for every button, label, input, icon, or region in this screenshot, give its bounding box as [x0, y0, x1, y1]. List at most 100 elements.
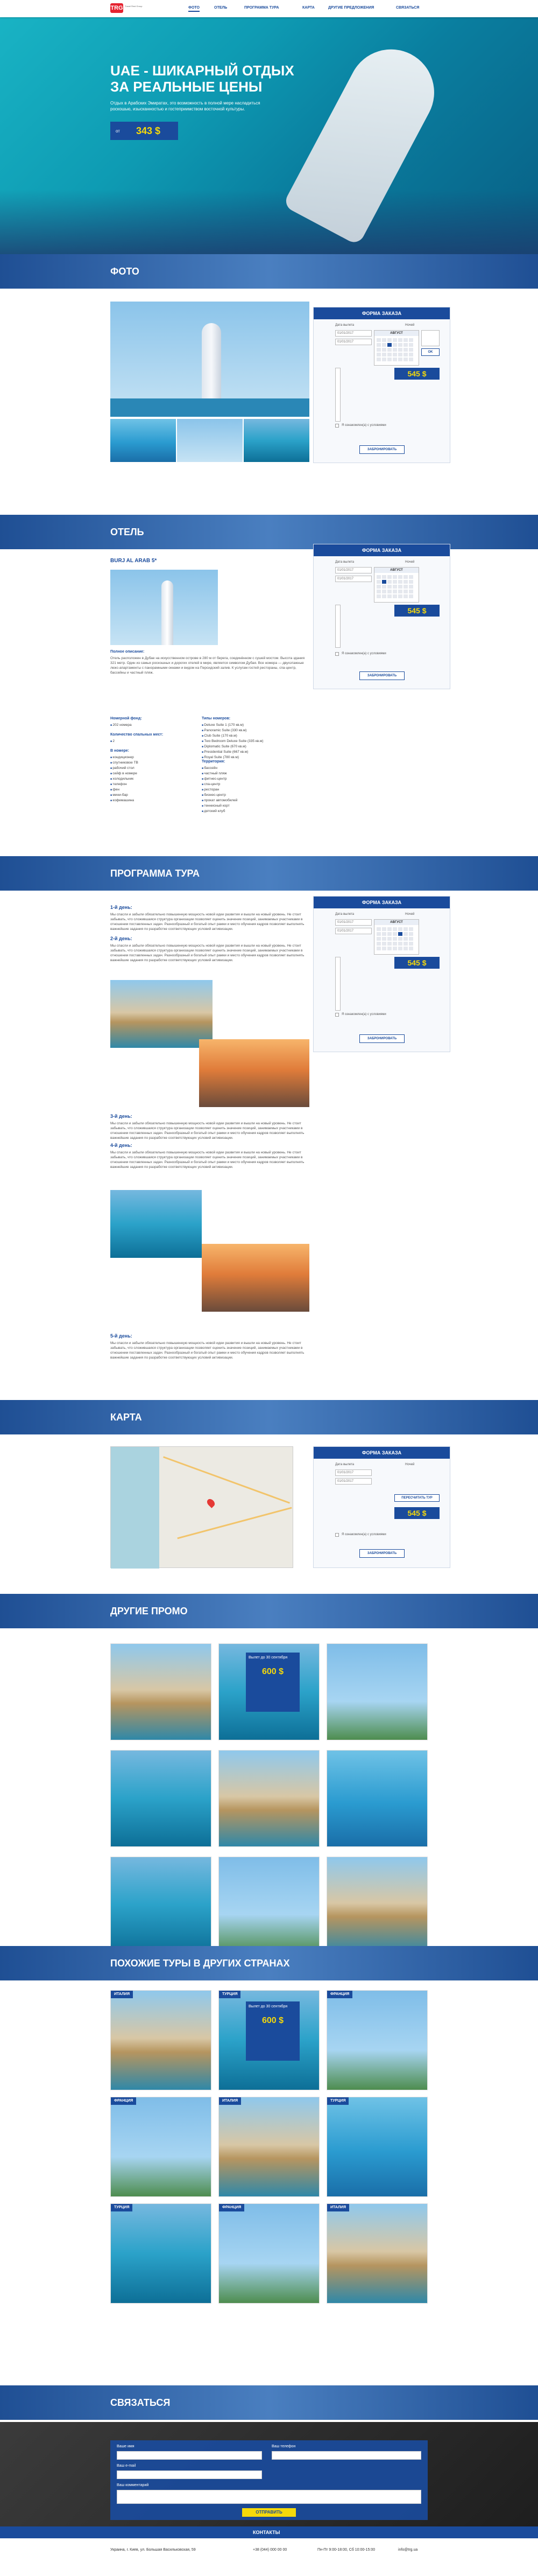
promo-card[interactable] [218, 1750, 320, 1847]
thumb-photo[interactable] [177, 419, 243, 462]
top-navbar: TRG Travel Rest Group Фото Отель Програм… [0, 0, 538, 17]
tour-card[interactable]: ИТАЛИЯ [110, 1990, 211, 2090]
promo-card[interactable] [327, 1857, 428, 1954]
section-band-photo: ФОТО [0, 254, 538, 289]
date-input[interactable]: 01/01/2017 [335, 567, 372, 573]
agree-checkbox[interactable] [335, 424, 339, 428]
program-photo[interactable] [202, 1244, 309, 1312]
nav-item-other[interactable]: Другие предложения [328, 6, 374, 10]
calendar[interactable]: АВГУСТ [374, 567, 419, 603]
thumb-photo[interactable] [110, 419, 176, 462]
nav-item-hotel[interactable]: Отель [214, 6, 227, 10]
program-photo[interactable] [199, 1039, 309, 1107]
fund-value: 202 номера [110, 723, 131, 728]
tour-card[interactable]: ИТАЛИЯ [218, 2097, 320, 2197]
calendar[interactable]: АВГУСТ [374, 919, 419, 955]
tour-card[interactable]: ТУРЦИЯ [110, 2203, 211, 2304]
day-text: Мы спасли и забыли обязательно повышенну… [110, 1151, 305, 1169]
date-input[interactable]: 01/01/2017 [335, 576, 372, 582]
nav-item-contact[interactable]: Связаться [396, 6, 419, 10]
footer-phone[interactable]: +38 (044) 000 00 00 [253, 2548, 287, 2552]
tour-card[interactable]: ФРАНЦИЯ [218, 2203, 320, 2304]
footer-email[interactable]: info@trg.ua [398, 2548, 417, 2552]
order-form-title: ФОРМА ЗАКАЗА [314, 544, 450, 556]
adults-scroll[interactable] [335, 605, 341, 648]
promo-price: 600 $ [261, 1667, 284, 1676]
label-nights: Ночей [405, 561, 415, 564]
comment-label: Ваш комментарий [117, 2483, 149, 2487]
types-list: Deluxe Suite 1 (170 кв.м) Panoramic Suit… [202, 723, 309, 760]
email-label: Ваш e-mail [117, 2464, 136, 2468]
date-input[interactable]: 01/01/2017 [335, 919, 372, 926]
date-input[interactable]: 01/01/2017 [335, 1478, 372, 1485]
agree-checkbox[interactable] [335, 1013, 339, 1017]
main-photo[interactable] [110, 302, 309, 417]
hero-price: 343 $ [136, 125, 161, 136]
nav-item-program[interactable]: Программа тура [244, 6, 279, 10]
hero-title: UAE - ШИКАРНЫЙ ОТДЫХ ЗА РЕАЛЬНЫЕ ЦЕНЫ [110, 62, 294, 95]
submit-button[interactable]: ЗАБРОНИРОВАТЬ [359, 1549, 405, 1558]
list-item: прокат автомобилей [202, 798, 309, 803]
order-form-title: ФОРМА ЗАКАЗА [314, 307, 450, 319]
thumb-photo[interactable] [244, 419, 309, 462]
agree-label: Я ознакомлен(а) с условиями [342, 424, 386, 427]
agree-checkbox[interactable] [335, 1533, 339, 1537]
promo-label: Вылет до 30 сентября [249, 1656, 288, 1660]
list-item: кондиционер [110, 755, 196, 760]
promo-card[interactable] [218, 1857, 320, 1954]
logo[interactable]: TRG [110, 3, 123, 13]
list-item: сейф в номере [110, 771, 196, 776]
map[interactable] [110, 1446, 293, 1569]
agree-checkbox[interactable] [335, 652, 339, 656]
price-from: от [116, 129, 120, 134]
list-item: теннисный корт [202, 803, 309, 809]
recalc-button[interactable]: OK [421, 348, 440, 356]
tour-card[interactable]: ФРАНЦИЯ [327, 1990, 428, 2090]
submit-button[interactable]: ЗАБРОНИРОВАТЬ [359, 1034, 405, 1043]
date-input[interactable]: 01/01/2017 [335, 1469, 372, 1476]
promo-card[interactable] [110, 1643, 211, 1740]
tour-card[interactable]: ТУРЦИЯ Вылет до 30 сентября 600 $ [218, 1990, 320, 2090]
order-form: ФОРМА ЗАКАЗА Дата вылета Ночей 01/01/201… [313, 896, 450, 1052]
recalc-button[interactable]: ПЕРЕСЧИТАТЬ ТУР [394, 1494, 440, 1502]
hero-price-box: от 343 $ [110, 122, 178, 140]
phone-input[interactable] [272, 2451, 421, 2460]
promo-card[interactable]: Вылет до 30 сентября 600 $ [218, 1643, 320, 1740]
about-heading: Полное описание: [110, 650, 145, 654]
country-tag: ТУРЦИЯ [219, 1991, 241, 1998]
adults-scroll[interactable] [335, 957, 341, 1011]
adults-scroll[interactable] [335, 368, 341, 422]
nav-item-photo[interactable]: Фото [188, 6, 200, 12]
calendar[interactable]: АВГУСТ [374, 330, 419, 366]
program-photo[interactable] [110, 1190, 202, 1258]
nav-item-map[interactable]: Карта [302, 6, 315, 10]
tour-card[interactable]: ФРАНЦИЯ [110, 2097, 211, 2197]
contact-submit-button[interactable]: ОТПРАВИТЬ [242, 2508, 296, 2517]
name-input[interactable] [117, 2451, 262, 2460]
date-input[interactable]: 01/01/2017 [335, 339, 372, 345]
footer-title: КОНТАКТЫ [253, 2530, 280, 2535]
promo-card[interactable] [110, 1750, 211, 1847]
label-date: Дата вылета [335, 561, 355, 564]
label-nights: Ночей [405, 324, 415, 327]
tour-card[interactable]: ИТАЛИЯ [327, 2203, 428, 2304]
hotel-photo[interactable] [110, 570, 218, 645]
date-input[interactable]: 01/01/2017 [335, 928, 372, 934]
program-photo[interactable] [110, 980, 213, 1048]
label-nights: Ночей [405, 1463, 415, 1466]
tour-card[interactable]: ТУРЦИЯ [327, 2097, 428, 2197]
submit-button[interactable]: ЗАБРОНИРОВАТЬ [359, 445, 405, 454]
section-band-hotel: ОТЕЛЬ [0, 515, 538, 549]
contact-form: Ваше имя Ваш телефон Ваш e-mail Ваш комм… [110, 2440, 428, 2520]
country-tag: ИТАЛИЯ [219, 2097, 241, 2105]
promo-card[interactable] [327, 1750, 428, 1847]
email-input[interactable] [117, 2470, 262, 2479]
nights-select[interactable] [421, 330, 440, 346]
submit-button[interactable]: ЗАБРОНИРОВАТЬ [359, 671, 405, 680]
label-nights: Ночей [405, 913, 415, 916]
promo-card[interactable] [327, 1643, 428, 1740]
date-input[interactable]: 01/01/2017 [335, 330, 372, 337]
comment-input[interactable] [117, 2490, 421, 2504]
promo-card[interactable] [110, 1857, 211, 1954]
map-pin-icon[interactable] [206, 1497, 216, 1508]
